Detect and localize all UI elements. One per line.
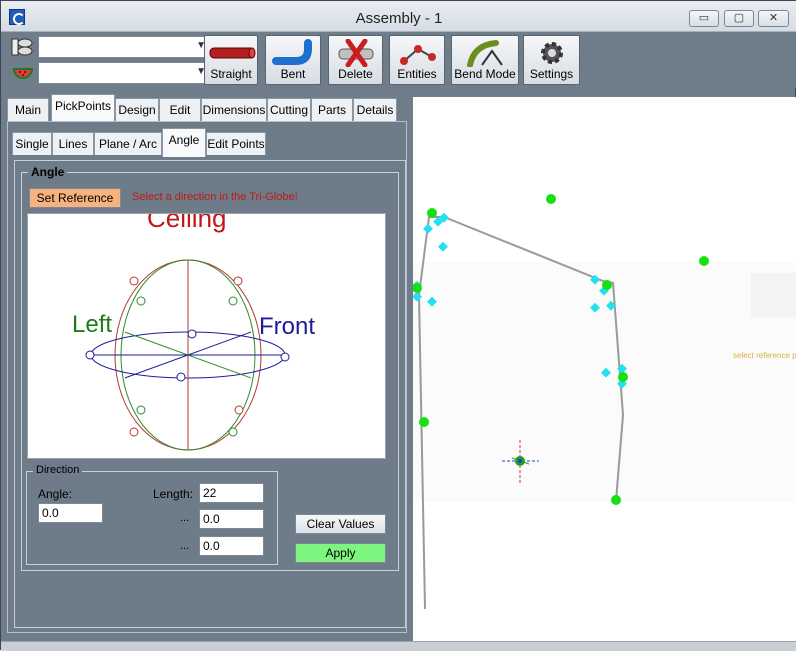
angle-panel: Angle Set Reference Select a direction i…	[14, 160, 406, 628]
pickpoints-panel: Single Lines Plane / Arc Angle Edit Poin…	[7, 121, 407, 633]
subtab-edit-points[interactable]: Edit Points	[206, 132, 266, 155]
entities-button[interactable]: Entities	[389, 35, 445, 85]
viewport-hint: select reference p	[733, 351, 796, 360]
pipe-combo-row: ▼	[11, 36, 210, 58]
straight-pipe-icon	[209, 47, 256, 59]
delete-button[interactable]: Delete	[328, 35, 383, 85]
tab-main[interactable]: Main	[7, 98, 49, 121]
material-combo-row: ▼	[11, 62, 210, 84]
material-select[interactable]: ▼	[38, 62, 210, 84]
settings-label: Settings	[529, 67, 574, 81]
material-icon	[12, 68, 34, 79]
bent-button[interactable]: Bent	[265, 35, 321, 85]
tri-globe-canvas[interactable]: Ceiling Left Front	[28, 214, 386, 459]
pipe-size-select[interactable]: ▼	[38, 36, 210, 58]
tab-edit[interactable]: Edit	[159, 98, 201, 121]
gear-icon	[541, 42, 563, 64]
set-reference-button[interactable]: Set Reference	[29, 188, 121, 208]
length-field-label: Length:	[153, 487, 194, 501]
minimize-button[interactable]: ▭	[689, 10, 719, 27]
field2-label: ...	[180, 512, 190, 524]
maximize-button[interactable]: ▢	[724, 10, 754, 27]
straight-button[interactable]: Straight	[204, 35, 258, 85]
entities-icon	[400, 45, 436, 65]
globe-label-front[interactable]: Front	[259, 313, 315, 340]
subtab-angle[interactable]: Angle	[162, 128, 206, 157]
title-bar: Assembly - 1 ▭ ▢ ✕	[1, 1, 796, 32]
entities-label: Entities	[397, 67, 437, 81]
window-title: Assembly - 1	[355, 10, 443, 27]
angle-input[interactable]: 0.0	[38, 503, 103, 523]
field3-label: ...	[180, 540, 190, 552]
subtab-plane-arc[interactable]: Plane / Arc	[94, 132, 162, 155]
toolbar: ▼ ▼ Straight Bent Delete Entities Bend M…	[1, 32, 796, 88]
field3-input[interactable]: 0.0	[199, 536, 264, 556]
settings-button[interactable]: Settings	[523, 35, 580, 85]
direction-group: Direction Angle: 0.0 Length: 22 ... 0.0 …	[26, 464, 278, 565]
tab-design[interactable]: Design	[115, 98, 159, 121]
bend-mode-label: Bend Mode	[454, 67, 516, 81]
tab-parts[interactable]: Parts	[311, 98, 353, 121]
angle-group: Angle Set Reference Select a direction i…	[21, 165, 399, 571]
3d-viewport[interactable]: select reference p	[412, 97, 796, 641]
tab-details[interactable]: Details	[353, 98, 397, 121]
app-window: Assembly - 1 ▭ ▢ ✕ ▼ ▼ Straight Bent Del…	[0, 0, 796, 651]
delete-pipe-icon	[338, 39, 374, 67]
tri-globe[interactable]: Ceiling Left Front	[27, 213, 386, 459]
delete-label: Delete	[338, 67, 373, 81]
bent-label: Bent	[280, 67, 306, 81]
clear-values-button[interactable]: Clear Values	[295, 514, 386, 534]
angle-group-title: Angle	[28, 165, 68, 179]
bend-mode-icon	[467, 40, 503, 67]
apply-button[interactable]: Apply	[295, 543, 386, 563]
tab-dimensions[interactable]: Dimensions	[201, 98, 267, 121]
viewport-canvas[interactable]	[412, 97, 796, 641]
globe-label-ceiling[interactable]: Ceiling	[147, 214, 227, 233]
tab-cutting[interactable]: Cutting	[267, 98, 311, 121]
reference-hint: Select a direction in the Tri-Globe!	[132, 191, 298, 203]
pipe-profile-icon	[11, 38, 33, 56]
left-panel: Main PickPoints Design Edit Dimensions C…	[5, 94, 407, 640]
bend-mode-button[interactable]: Bend Mode	[451, 35, 519, 85]
angle-field-label: Angle:	[38, 487, 73, 501]
tab-pickpoints[interactable]: PickPoints	[51, 94, 115, 121]
length-input[interactable]: 22	[199, 483, 264, 503]
close-button[interactable]: ✕	[758, 10, 789, 27]
direction-group-title: Direction	[33, 464, 83, 476]
subtab-single[interactable]: Single	[12, 132, 52, 155]
field2-input[interactable]: 0.0	[199, 509, 264, 529]
globe-label-left[interactable]: Left	[72, 311, 112, 338]
bent-pipe-icon	[272, 39, 312, 65]
subtab-lines[interactable]: Lines	[52, 132, 94, 155]
straight-label: Straight	[210, 67, 252, 81]
